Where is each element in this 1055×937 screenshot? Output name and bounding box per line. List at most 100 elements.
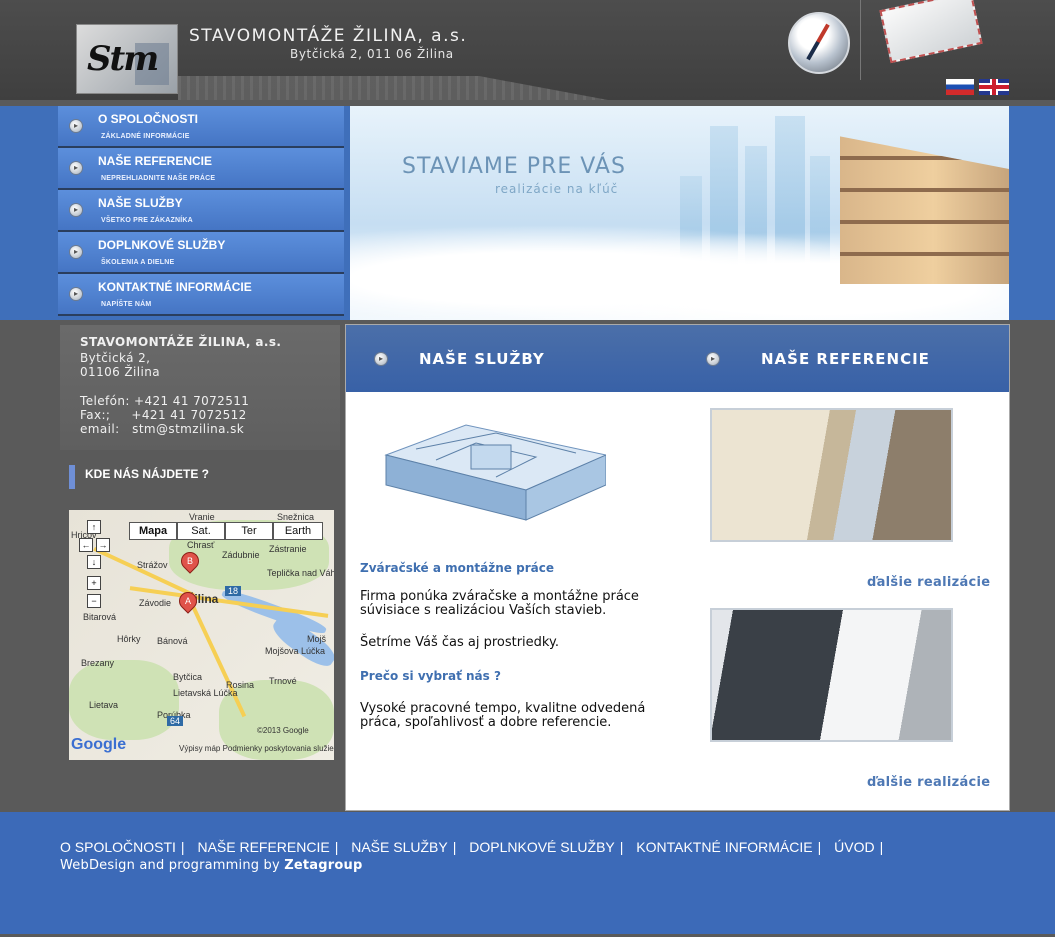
banner-subheadline: realizácie na kľúč (495, 182, 619, 196)
footer-credit-company-link[interactable]: Zetagroup (284, 858, 362, 873)
contact-email[interactable]: email: stm@stmzilina.sk (80, 422, 244, 436)
company-address: Bytčická 2, 011 06 Žilina (290, 47, 454, 61)
section-title-references[interactable]: NAŠE REFERENCIE (761, 350, 930, 368)
contact-box: STAVOMONTÁŽE ŽILINA, a.s. Bytčická 2, 01… (60, 325, 340, 450)
services-heading: Zváračské a montážne práce (360, 561, 554, 575)
footer-separator: | (180, 839, 185, 855)
slovak-flag-icon[interactable] (946, 79, 974, 95)
nav-item-title: NAŠE REFERENCIE (98, 154, 213, 168)
nav-item-subtitle: VŠETKO PRE ZÁKAZNÍKA (101, 217, 193, 224)
arrow-bullet-icon: ▸ (707, 353, 719, 365)
banner-building-photo (840, 136, 1009, 284)
compass-icon (788, 12, 850, 74)
map-place-label: Zádubnie (222, 550, 260, 560)
map-forest-area (69, 660, 179, 740)
nav-item-subtitle: NEPREHLIADNITE NAŠE PRÁCE (101, 175, 216, 182)
contact-phone: Telefón: +421 41 7072511 (80, 394, 250, 408)
main-content: ▸ NAŠE SLUŽBY ▸ NAŠE REFERENCIE Zváračsk… (345, 324, 1010, 811)
services-text: Firma ponúka zváračske a montážne práce … (360, 589, 639, 618)
map-place-label: Mojš (307, 634, 327, 644)
map-place-label: Bytčica (173, 672, 203, 682)
map-place-label: Trnové (269, 676, 297, 686)
content-header: ▸ NAŠE SLUŽBY ▸ NAŠE REFERENCIE (346, 325, 1009, 392)
map-tab-mapa[interactable]: Mapa (129, 522, 177, 540)
map-place-label: Strážov (137, 560, 168, 570)
site-footer: O SPOLOČNOSTI | NAŠE REFERENCIE | NAŠE SLU… (0, 812, 1055, 934)
map-zoom-in-icon[interactable]: + (87, 576, 101, 590)
nav-item-title: O SPOLOČNOSTI (98, 112, 199, 126)
google-logo[interactable]: Google (71, 736, 126, 754)
map-tab-sat[interactable]: Sat. (177, 522, 225, 540)
envelope-icon[interactable] (879, 0, 983, 64)
header-divider (860, 0, 861, 80)
nav-item-nase-sluzby[interactable]: ▸ NAŠE SLUŽBY VŠETKO PRE ZÁKAZNÍKA (58, 190, 344, 232)
english-flag-icon[interactable] (979, 79, 1009, 95)
contact-fax: Fax:; +421 41 7072512 (80, 408, 247, 422)
arrow-bullet-icon: ▸ (70, 120, 82, 132)
footer-link-doplnkove-sluzby[interactable]: DOPLNKOVÉ SLUŽBY (469, 839, 615, 855)
map-place-label: Hôrky (117, 634, 141, 644)
nav-item-o-spolocnosti[interactable]: ▸ O SPOLOČNOSTI ZÁKLADNÉ INFORMÁCIE (58, 106, 344, 148)
company-name: STAVOMONTÁŽE ŽILINA, a.s. (189, 26, 468, 46)
footer-link-nase-referencie[interactable]: NAŠE REFERENCIE (197, 839, 329, 855)
map-zoom-out-icon[interactable]: − (87, 594, 101, 608)
more-references-link-1[interactable]: ďalšie realizácie (867, 575, 990, 590)
map-place-label: Lietavská Lúčka (173, 688, 238, 698)
reference-photo-2[interactable] (710, 608, 953, 742)
map-copyright: ©2013 Google (257, 726, 309, 735)
map-pan-up-icon[interactable]: ↑ (87, 520, 101, 534)
why-text: Vysoké pracovné tempo, kvalitne odvedená… (360, 701, 646, 730)
map-terms-link[interactable]: Výpisy máp Podmienky poskytovania služie… (179, 744, 334, 753)
map-pan-down-icon[interactable]: ↓ (87, 555, 101, 569)
footer-link-nase-sluzby[interactable]: NAŠE SLUŽBY (351, 839, 447, 855)
map-road-number: 64 (167, 716, 184, 726)
arrow-bullet-icon: ▸ (70, 162, 82, 174)
nav-item-doplnkove-sluzby[interactable]: ▸ DOPLNKOVÉ SLUŽBY ŠKOLENIA A DIELNE (58, 232, 344, 274)
arrow-bullet-icon: ▸ (70, 204, 82, 216)
google-map[interactable]: Hricov Vranie Snežnica Zádubnie Strážov … (69, 510, 334, 760)
section-title-services[interactable]: NAŠE SLUŽBY (419, 350, 545, 368)
footer-separator: | (334, 839, 339, 855)
compass-needle (806, 23, 830, 61)
map-tab-ter[interactable]: Ter (225, 522, 273, 540)
map-place-label: Bánová (157, 636, 188, 646)
contact-city: 01106 Žilina (80, 365, 160, 379)
arrow-bullet-icon: ▸ (70, 288, 82, 300)
building-3d-model-image (384, 424, 606, 521)
map-pan-left-icon[interactable]: ← (79, 538, 93, 552)
footer-separator: | (817, 839, 822, 855)
footer-credit-prefix: WebDesign and programming by (60, 858, 285, 873)
footer-link-kontaktne-informacie[interactable]: KONTAKTNÉ INFORMÁCIE (636, 839, 812, 855)
reference-photo-1[interactable] (710, 408, 953, 542)
header-buildings-graphic (178, 76, 608, 100)
footer-link-uvod[interactable]: ÚVOD (834, 839, 874, 855)
nav-item-title: DOPLNKOVÉ SLUŽBY (98, 238, 226, 252)
map-heading-accent (69, 465, 75, 489)
map-road-number: 18 (225, 586, 242, 596)
contact-street: Bytčická 2, (80, 351, 151, 365)
arrow-bullet-icon: ▸ (70, 246, 82, 258)
nav-item-kontaktne-informacie[interactable]: ▸ KONTAKTNÉ INFORMÁCIE NAPÍŠTE NÁM (58, 274, 344, 316)
map-tab-earth[interactable]: Earth (273, 522, 323, 540)
more-references-link-2[interactable]: ďalšie realizácie (867, 775, 990, 790)
main-nav-menu: ▸ O SPOLOČNOSTI ZÁKLADNÉ INFORMÁCIE ▸ NA… (58, 106, 344, 318)
footer-separator: | (879, 839, 884, 855)
site-header: Stm STAVOMONTÁŽE ŽILINA, a.s. Bytčická 2… (0, 0, 1055, 100)
footer-separator: | (619, 839, 624, 855)
map-place-label: Teplička nad Váhom (267, 568, 334, 578)
nav-item-subtitle: NAPÍŠTE NÁM (101, 301, 152, 308)
map-pan-right-icon[interactable]: → (96, 538, 110, 552)
nav-item-subtitle: ŠKOLENIA A DIELNE (101, 259, 175, 266)
contact-company-name: STAVOMONTÁŽE ŽILINA, a.s. (80, 335, 282, 349)
banner-headline: STAVIAME PRE VÁS (402, 154, 626, 179)
nav-item-nase-referencie[interactable]: ▸ NAŠE REFERENCIE NEPREHLIADNITE NAŠE PR… (58, 148, 344, 190)
arrow-bullet-icon: ▸ (375, 353, 387, 365)
footer-link-o-spolocnosti[interactable]: O SPOLOČNOSTI (60, 839, 176, 855)
nav-item-title: KONTAKTNÉ INFORMÁCIE (98, 280, 252, 294)
footer-credit: WebDesign and programming by Zetagroup (60, 858, 362, 873)
footer-nav: O SPOLOČNOSTI | NAŠE REFERENCIE | NAŠE SLU… (60, 839, 892, 855)
nav-item-subtitle: ZÁKLADNÉ INFORMÁCIE (101, 133, 190, 140)
map-heading: KDE NÁS NÁJDETE ? (85, 467, 210, 481)
company-logo[interactable]: Stm (76, 24, 178, 94)
footer-separator: | (452, 839, 457, 855)
